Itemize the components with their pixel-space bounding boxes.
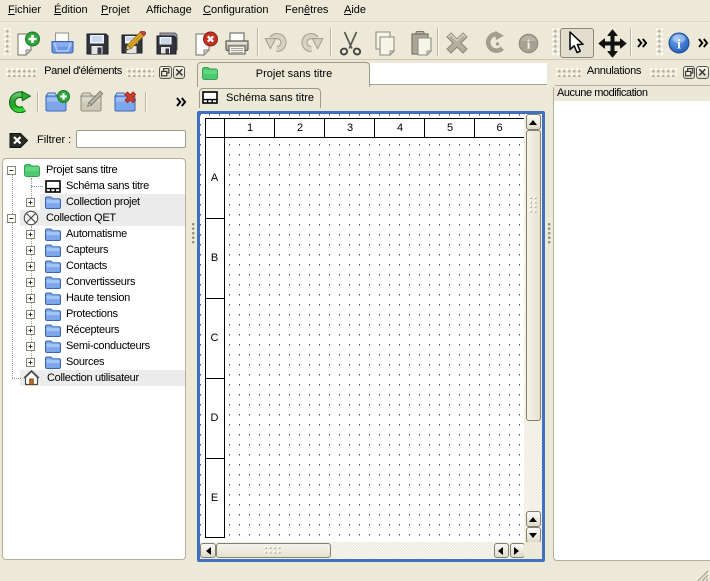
svg-text:i: i (677, 38, 681, 53)
svg-text:i: i (527, 37, 531, 52)
